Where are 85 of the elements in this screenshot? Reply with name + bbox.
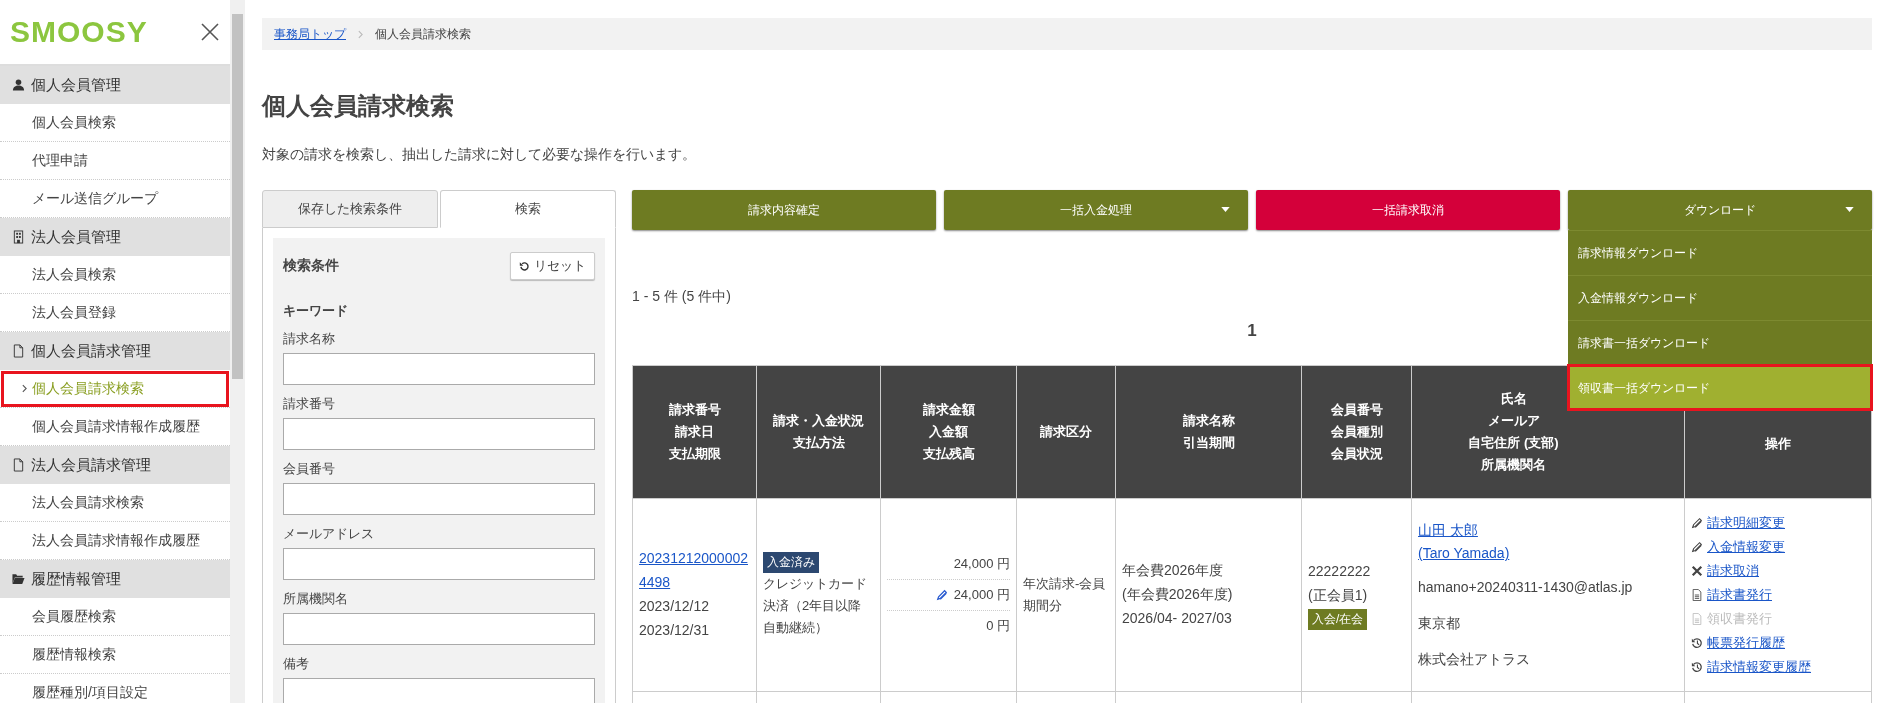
- tab[interactable]: 保存した検索条件: [262, 190, 438, 228]
- input-field[interactable]: [283, 353, 595, 385]
- billing-name-line: 年会費2026年度: [1122, 561, 1225, 581]
- input-field[interactable]: [283, 613, 595, 645]
- status-badge: 入会/在会: [1308, 608, 1368, 630]
- document-icon: [1691, 613, 1703, 625]
- pencil-icon: [1691, 541, 1703, 553]
- chevron-icon: [22, 384, 27, 393]
- field-label: 請求番号: [283, 395, 336, 413]
- reset-icon: [519, 260, 530, 272]
- history-icon: [1691, 661, 1703, 673]
- action-button[interactable]: 一括入金処理: [944, 190, 1248, 230]
- input-field[interactable]: [283, 548, 595, 580]
- column-header: 請求・入金状況 支払方法: [756, 365, 881, 499]
- sidebar-section-header: 法人会員請求管理: [0, 446, 230, 484]
- member-name-link[interactable]: 山田 太郎 (Taro Yamada): [1418, 518, 1510, 567]
- column-header: 請求金額 入金額 支払残高: [880, 365, 1017, 499]
- search-conditions-heading: 検索条件: [283, 257, 339, 275]
- input-field[interactable]: [283, 418, 595, 450]
- column-header: 会員番号 会員種別 会員状況: [1301, 365, 1412, 499]
- result-count: 1 - 5 件 (5 件中): [632, 288, 731, 306]
- status-badge: 入金済み: [763, 551, 819, 573]
- sidebar-section-header: 履歴情報管理: [0, 560, 230, 598]
- payment-method: クレジットカード決済（2年目以降自動継続）: [763, 574, 868, 638]
- action-button[interactable]: ダウンロード: [1568, 190, 1872, 230]
- reset-button[interactable]: リセット: [510, 252, 595, 280]
- email-text: hamano+20240311-1430@atlas.jp: [1418, 578, 1634, 598]
- address-text: 東京都: [1418, 613, 1461, 633]
- close-icon: [1691, 565, 1703, 577]
- logo: SMOOSY: [10, 15, 148, 49]
- column-header: 請求区分: [1016, 365, 1116, 499]
- member-number: 22222222: [1308, 562, 1372, 582]
- scrollbar[interactable]: [230, 0, 245, 703]
- close-icon[interactable]: [200, 22, 220, 42]
- invoice-date: 2023/12/12: [639, 597, 711, 616]
- sidebar-section-header: 個人会員管理: [0, 66, 230, 104]
- amount: 24,000 円: [887, 579, 1010, 612]
- operation-link[interactable]: 請求明細変更: [1707, 511, 1785, 535]
- keyword-label: キーワード: [283, 302, 349, 320]
- folder-icon: [12, 572, 25, 586]
- chevron-icon: [358, 29, 363, 39]
- menu-item[interactable]: 請求情報ダウンロード: [1568, 230, 1872, 275]
- menu-item[interactable]: 入金情報ダウンロード: [1568, 275, 1872, 320]
- operation-text: 領収書発行: [1707, 609, 1772, 628]
- field-label: 備考: [283, 655, 310, 673]
- operation-link[interactable]: 帳票発行履歴: [1707, 631, 1785, 655]
- building-icon: [12, 230, 25, 244]
- amount: 24,000 円: [887, 548, 1010, 580]
- field-label: 請求名称: [283, 330, 336, 348]
- due-date: 2023/12/31: [639, 620, 711, 640]
- page-number[interactable]: 1: [1247, 321, 1257, 341]
- field-label: 所属機関名: [283, 590, 349, 608]
- operation-link[interactable]: 入金情報変更: [1707, 535, 1785, 559]
- pencil-icon: [935, 589, 948, 601]
- document-icon: [1691, 589, 1703, 601]
- page-title: 個人会員請求検索: [262, 91, 455, 121]
- sidebar-section-header: 個人会員請求管理: [0, 332, 230, 370]
- billing-type: 年次請求-会員期間分: [1023, 574, 1107, 615]
- breadcrumb-current: 個人会員請求検索: [375, 25, 471, 43]
- field-label: メールアドレス: [283, 525, 375, 543]
- column-header: 請求名称 引当期間: [1115, 365, 1302, 499]
- tab[interactable]: 検索: [440, 190, 616, 228]
- page-description: 対象の請求を検索し、抽出した請求に対して必要な操作を行います。: [262, 146, 697, 164]
- sidebar-section-header: 法人会員管理: [0, 218, 230, 256]
- invoice-number-link[interactable]: 202312120000024498: [639, 547, 750, 595]
- breadcrumb-link[interactable]: 事務局トップ: [274, 25, 346, 43]
- operation-link[interactable]: 請求情報変更履歴: [1707, 655, 1811, 679]
- action-button[interactable]: 一括請求取消: [1256, 190, 1560, 230]
- billing-name-line: 2026/04- 2027/03: [1122, 608, 1233, 628]
- operation-link[interactable]: 請求書発行: [1707, 583, 1772, 607]
- history-icon: [1691, 637, 1703, 649]
- action-button[interactable]: 請求内容確定: [632, 190, 936, 230]
- amount: 0 円: [985, 617, 1010, 636]
- operation-link[interactable]: 請求取消: [1707, 559, 1759, 583]
- pencil-icon: [1691, 517, 1703, 529]
- document-icon: [12, 458, 25, 472]
- document-icon: [12, 344, 25, 358]
- field-label: 会員番号: [283, 460, 336, 478]
- input-field[interactable]: [283, 483, 595, 515]
- organization-text: 株式会社アトラス: [1418, 649, 1531, 669]
- column-header: 請求番号 請求日 支払期限: [632, 365, 757, 499]
- billing-name-line: (年会費2026年度): [1122, 585, 1234, 605]
- member-type: (正会員1): [1308, 585, 1369, 605]
- input-field[interactable]: [283, 678, 595, 703]
- person-icon: [12, 78, 25, 92]
